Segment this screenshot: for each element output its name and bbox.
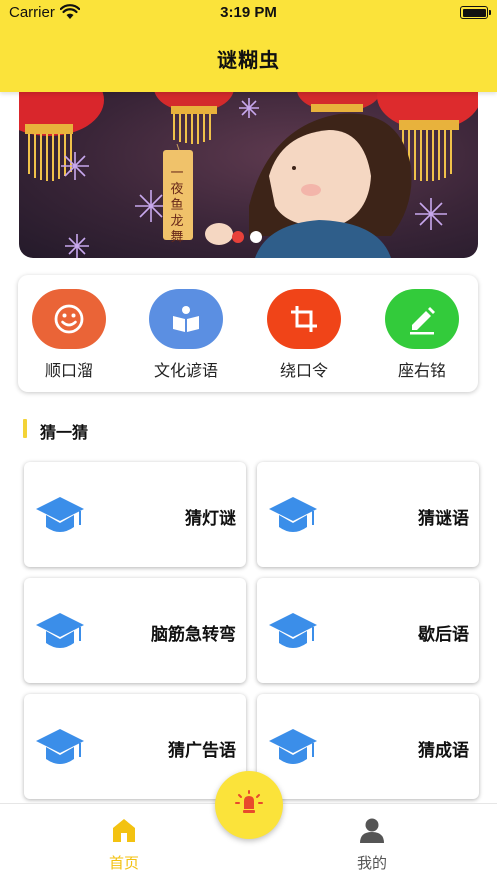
section-marker	[23, 419, 27, 438]
grid-item-label: 猜谜语	[418, 509, 469, 529]
tab-mine-label: 我的	[356, 854, 387, 872]
graduation-cap-icon	[36, 613, 84, 648]
home-icon	[113, 819, 135, 842]
grid-item-caimiyu[interactable]: 猜谜语	[257, 462, 479, 567]
status-bar: Carrier 3:19 PM	[0, 0, 497, 26]
grid-item-label: 猜成语	[418, 741, 469, 761]
pencil-icon	[385, 289, 459, 349]
category-label: 绕口令	[279, 361, 328, 380]
grid-item-caidengmi[interactable]: 猜灯谜	[24, 462, 246, 567]
category-label: 座右铭	[397, 361, 446, 380]
category-label: 文化谚语	[153, 361, 218, 380]
crop-icon	[267, 289, 341, 349]
page-title: 谜糊虫	[217, 48, 280, 72]
carousel-dot-active[interactable]	[232, 231, 244, 243]
grid-item-naojinjizhuanwan[interactable]: 脑筋急转弯	[24, 578, 246, 683]
grid-item-label: 猜广告语	[168, 741, 236, 761]
category-item-yanyu[interactable]: 文化谚语	[136, 289, 236, 381]
grid-item-label: 脑筋急转弯	[151, 625, 236, 645]
category-item-shunkouliu[interactable]: 顺口溜	[19, 289, 119, 381]
smiley-icon	[32, 289, 106, 349]
category-item-zuoyouming[interactable]: 座右铭	[372, 289, 472, 381]
graduation-cap-icon	[269, 613, 317, 648]
status-time: 3:19 PM	[220, 4, 277, 21]
lightbulb-icon	[235, 790, 263, 813]
graduation-cap-icon	[36, 729, 84, 764]
grid-item-label: 歇后语	[418, 625, 469, 645]
app-header: Carrier 3:19 PM 谜糊虫	[0, 0, 497, 92]
graduation-cap-icon	[36, 497, 84, 532]
lantern-riddle-text: 一夜鱼龙舞	[170, 166, 184, 245]
category-card: 顺口溜 文化谚语 绕口令 座右铭	[18, 275, 478, 392]
section-title: 猜一猜	[40, 423, 89, 442]
graduation-cap-icon	[269, 729, 317, 764]
grid-item-xiehouyu[interactable]: 歇后语	[257, 578, 479, 683]
category-item-raokouling[interactable]: 绕口令	[254, 289, 354, 381]
grid-item-label: 猜灯谜	[185, 509, 236, 529]
person-icon	[360, 818, 384, 843]
center-action-button[interactable]	[215, 771, 283, 839]
battery-icon	[460, 6, 491, 19]
tab-mine[interactable]: 我的	[327, 816, 417, 873]
tab-home[interactable]: 首页	[79, 816, 169, 873]
tab-home-label: 首页	[108, 854, 139, 872]
carousel-indicator	[232, 231, 262, 243]
graduation-cap-icon	[269, 497, 317, 532]
category-label: 顺口溜	[44, 361, 93, 380]
grid-item-caichengyu[interactable]: 猜成语	[257, 694, 479, 799]
book-icon	[149, 289, 223, 349]
carousel-dot[interactable]	[250, 231, 262, 243]
grid-item-caiguanggaoyu[interactable]: 猜广告语	[24, 694, 246, 799]
